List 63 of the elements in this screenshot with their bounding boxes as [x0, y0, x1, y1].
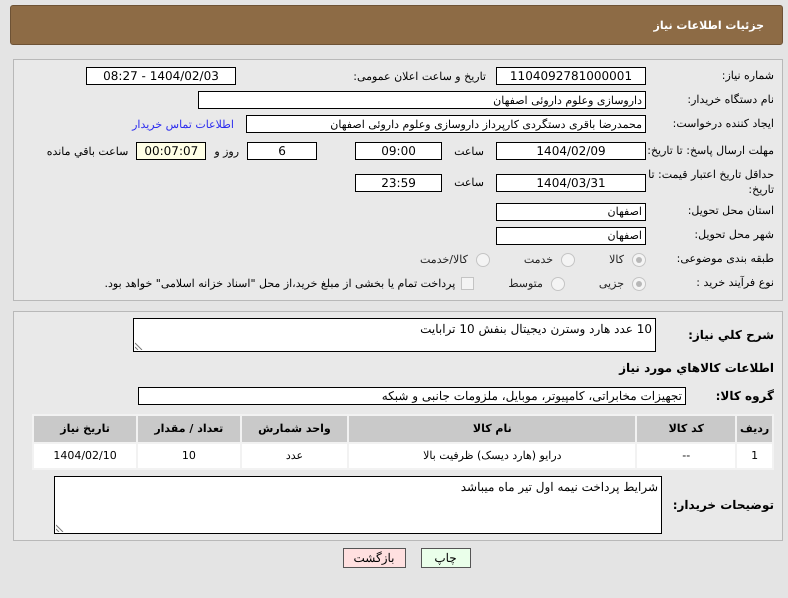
back-button[interactable]: بازگشت — [342, 548, 406, 568]
column-header: تاریخ نیاز — [33, 414, 138, 443]
radio-label: کالا/خدمت — [420, 253, 468, 266]
field-label: توضیحات خریدار: — [672, 496, 774, 513]
field-label: استان محل تحویل: — [686, 204, 774, 220]
page-title: جزئیات اطلاعات نیاز — [654, 18, 764, 32]
field-label: حداقل تاریخ اعتبار قیمت: تا تاریخ: — [647, 168, 774, 198]
print-button[interactable]: چاپ — [420, 548, 470, 568]
remaining-time-field: 00:07:07 — [136, 142, 206, 160]
city-field: اصفهان — [496, 226, 646, 245]
remaining-label: ساعت باقي مانده — [46, 144, 128, 158]
time-label: ساعت — [454, 176, 484, 190]
requester-field: محمدرضا باقری دستگردی کارپرداز داروسازی وعلوم داروئی اصفهان — [246, 115, 646, 133]
contact-link[interactable]: اطلاعات تماس خریدار — [132, 118, 234, 130]
field-label: مهلت ارسال پاسخ: تا تاریخ: — [646, 144, 774, 158]
need-number-field: 1104092781000001 — [496, 67, 646, 85]
resize-grip-icon[interactable] — [56, 524, 64, 532]
resize-grip-icon[interactable] — [135, 342, 143, 350]
validity-time-field: 23:59 — [355, 174, 442, 192]
field-label: شهر محل تحویل: — [693, 228, 774, 244]
payment-note: پرداخت تمام یا بخشی از مبلغ خرید،از محل "اسناد خزانه اسلامی" خواهد بود. — [104, 277, 456, 290]
radio-button[interactable] — [632, 276, 646, 291]
field-label: شماره نیاز: — [720, 68, 774, 84]
table-cell: 1 — [736, 442, 773, 469]
checkbox[interactable] — [461, 277, 474, 290]
days-field: 6 — [247, 142, 318, 160]
description-field: 10 عدد هارد وسترن دیجیتال بنفش 10 ترابایت — [133, 318, 656, 352]
field-label: تاریخ و ساعت اعلان عمومی: — [352, 70, 486, 82]
province-field: اصفهان — [496, 202, 646, 221]
radio-label: جزیی — [598, 277, 624, 290]
table-cell: عدد — [240, 442, 348, 469]
table-cell: 10 — [137, 442, 241, 469]
column-header: واحد شمارش — [240, 414, 348, 443]
column-header: ردیف — [736, 414, 773, 443]
radio-button[interactable] — [561, 252, 576, 267]
radio-label: خدمت — [524, 253, 554, 266]
time-label: ساعت — [454, 144, 484, 158]
field-label: نوع فرآیند خرید : — [695, 276, 774, 292]
column-header: تعداد / مقدار — [137, 414, 241, 443]
table-cell: -- — [636, 442, 736, 469]
radio-label: کالا — [609, 253, 624, 266]
field-label: نام دستگاه خریدار: — [686, 92, 774, 108]
radio-button[interactable] — [476, 252, 490, 267]
table-cell: درایو (هارد دیسک) ظرفیت بالا — [348, 442, 636, 469]
buyer-notes-field: شرایط پرداخت نیمه اول تیر ماه میباشد — [54, 476, 662, 534]
validity-date-field: 1404/03/31 — [496, 174, 646, 192]
radio-button[interactable] — [632, 252, 646, 267]
table-cell: 1404/02/10 — [33, 442, 138, 469]
deadline-date-field: 1404/02/09 — [496, 142, 646, 160]
field-label: شرح کلي نیاز: — [687, 326, 774, 343]
column-header: نام کالا — [348, 414, 636, 443]
buyer-org-field: داروسازی وعلوم داروئی اصفهان — [198, 91, 646, 109]
days-label: روز و — [214, 144, 240, 158]
goods-group-field: تجهیزات مخابراتی، کامپیوتر، موبایل، ملزومات جانبی و شبکه — [138, 386, 686, 405]
section-title: اطلاعات کالاهاي مورد نیاز — [618, 360, 774, 376]
field-label: گروه کالا: — [714, 388, 774, 404]
announce-date-field: 1404/02/03 - 08:27 — [86, 67, 236, 85]
field-label: طبقه بندی موضوعی: — [676, 252, 774, 268]
radio-label: متوسط — [508, 277, 543, 290]
deadline-time-field: 09:00 — [355, 142, 442, 160]
column-header: کد کالا — [636, 414, 736, 443]
field-label: ایجاد کننده درخواست: — [672, 116, 774, 132]
radio-button[interactable] — [550, 276, 565, 291]
